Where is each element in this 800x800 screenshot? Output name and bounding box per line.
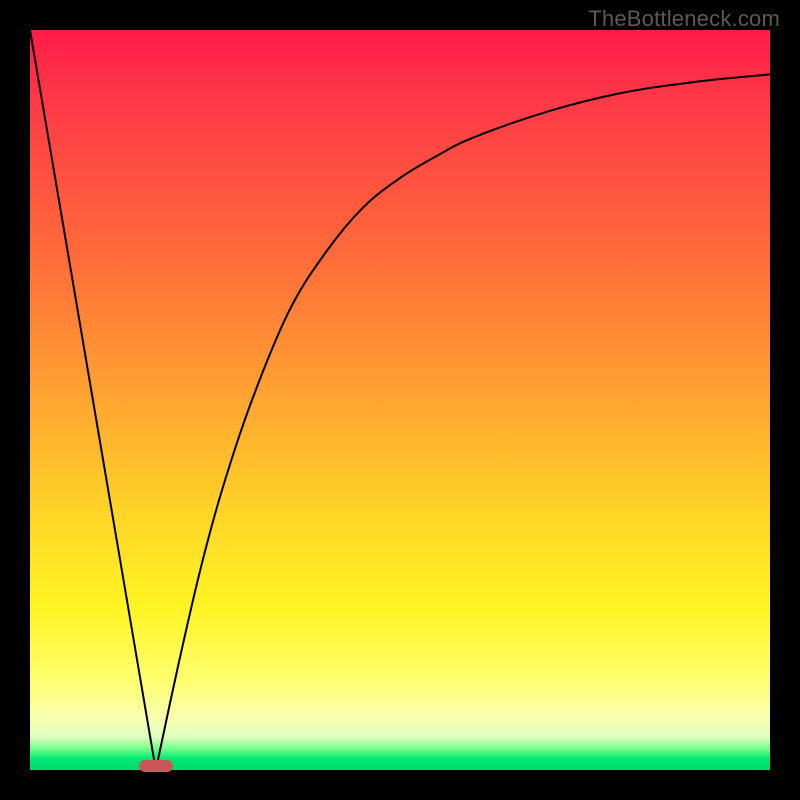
watermark-text: TheBottleneck.com bbox=[588, 6, 780, 32]
curve-group bbox=[30, 30, 770, 770]
curve-path-right bbox=[156, 74, 770, 770]
min-marker bbox=[139, 760, 173, 772]
plot-area bbox=[30, 30, 770, 770]
curve-path-left bbox=[30, 30, 156, 770]
chart-frame: TheBottleneck.com bbox=[0, 0, 800, 800]
curve-svg bbox=[30, 30, 770, 770]
